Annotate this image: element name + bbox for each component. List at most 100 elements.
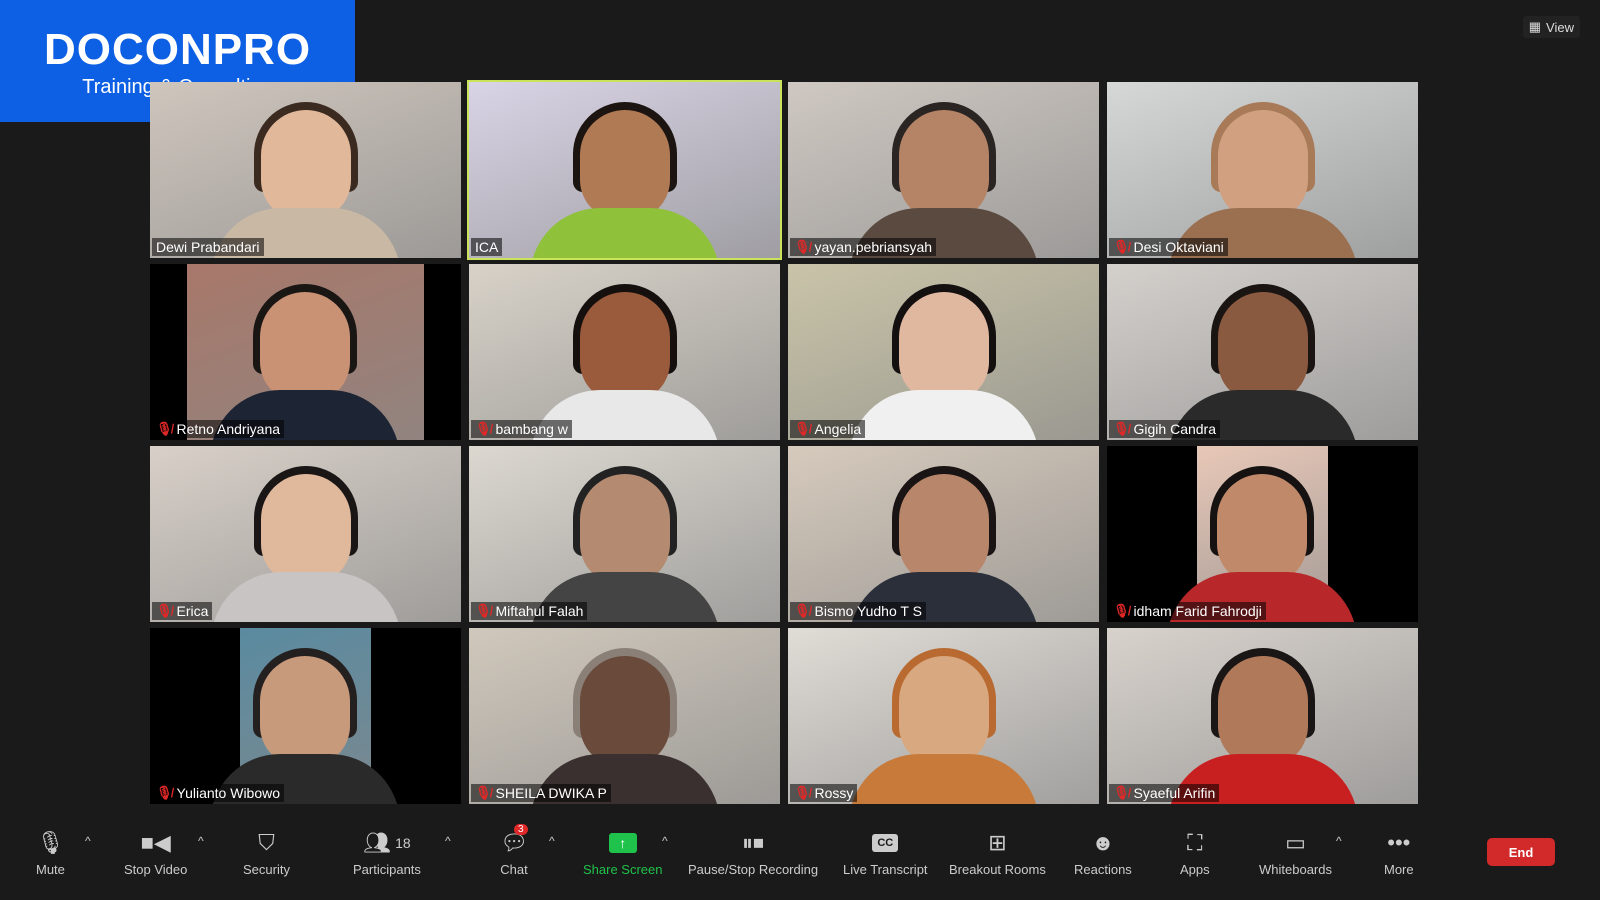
microphone-icon: 🎙︎ <box>36 830 65 855</box>
participant-body <box>529 208 720 258</box>
shield-icon: ⛉ <box>258 830 275 855</box>
muted-mic-icon: 🎙︎̸ <box>1113 239 1130 254</box>
participant-name: bambang w <box>495 421 568 437</box>
participant-face <box>260 292 351 402</box>
share-options-caret[interactable]: ^ <box>662 834 668 848</box>
muted-mic-icon: 🎙︎̸ <box>156 421 173 436</box>
smiley-plus-icon: ☻ <box>1091 830 1115 855</box>
apps-button[interactable]: ⛶ Apps <box>1180 828 1210 877</box>
apps-icon: ⛶ <box>1187 830 1203 855</box>
meeting-toolbar: 🎙︎ Mute ^ ■◀ Stop Video ^ ⛉ Security 👥︎ 18 Pa… <box>0 820 1600 900</box>
apps-label: Apps <box>1180 862 1210 877</box>
participant-body <box>210 572 401 622</box>
muted-mic-icon: 🎙︎̸ <box>475 421 492 436</box>
end-meeting-button[interactable]: End <box>1487 838 1555 866</box>
video-label: Stop Video <box>124 862 188 877</box>
participants-options-caret[interactable]: ^ <box>445 834 451 848</box>
whiteboards-options-caret[interactable]: ^ <box>1336 834 1342 848</box>
security-button[interactable]: ⛉ Security <box>243 828 290 877</box>
participant-name: Gigih Candra <box>1133 421 1217 437</box>
participant-video <box>469 82 780 258</box>
participant-tile[interactable]: 🎙︎̸ Miftahul Falah <box>469 446 780 622</box>
muted-mic-icon: 🎙︎̸ <box>794 421 811 436</box>
participant-video <box>1107 628 1418 804</box>
muted-mic-icon: 🎙︎̸ <box>794 785 811 800</box>
participant-tile[interactable]: 🎙︎̸ Bismo Yudho T S <box>788 446 1099 622</box>
participant-name-tag: 🎙︎̸ Gigih Candra <box>1109 420 1221 438</box>
muted-mic-icon: 🎙︎̸ <box>156 785 173 800</box>
reactions-label: Reactions <box>1074 862 1132 877</box>
participant-tile[interactable]: ICA <box>467 80 782 260</box>
chat-badge: 3 <box>514 824 528 835</box>
cc-icon: CC <box>872 834 899 852</box>
participant-name-tag: 🎙︎̸ bambang w <box>471 420 572 438</box>
muted-mic-icon: 🎙︎̸ <box>1113 421 1130 436</box>
reactions-button[interactable]: ☻ Reactions <box>1074 828 1132 877</box>
more-label: More <box>1384 862 1414 877</box>
participant-name: Yulianto Wibowo <box>176 785 281 801</box>
breakout-label: Breakout Rooms <box>949 862 1046 877</box>
muted-mic-icon: 🎙︎̸ <box>794 603 811 618</box>
recording-label: Pause/Stop Recording <box>688 862 819 877</box>
more-button[interactable]: ••• More <box>1384 828 1414 877</box>
participant-name: Rossy <box>814 785 854 801</box>
participant-tile[interactable]: 🎙︎̸ bambang w <box>469 264 780 440</box>
participants-label: Participants <box>353 862 421 877</box>
participant-tile[interactable]: Dewi Prabandari <box>150 82 461 258</box>
participant-name-tag: ICA <box>471 238 503 256</box>
participant-name: Bismo Yudho T S <box>814 603 922 619</box>
whiteboards-button[interactable]: ▭ Whiteboards <box>1259 828 1332 877</box>
muted-mic-icon: 🎙︎̸ <box>1113 785 1130 800</box>
grid-icon: ▦ <box>1528 19 1542 34</box>
view-label: View <box>1546 19 1574 35</box>
breakout-grid-icon: ⊞ <box>988 830 1007 855</box>
participant-tile[interactable]: 🎙︎̸ Gigih Candra <box>1107 264 1418 440</box>
mute-button[interactable]: 🎙︎ Mute <box>36 828 65 877</box>
participant-body <box>848 754 1039 804</box>
participant-tile[interactable]: 🎙︎̸ yayan.pebriansyah <box>788 82 1099 258</box>
pause-stop-recording-button[interactable]: ⏸︎⏹︎ Pause/Stop Recording <box>688 828 818 877</box>
participant-tile[interactable]: 🎙︎̸ idham Farid Fahrodji <box>1107 446 1418 622</box>
participant-tile[interactable]: 🎙︎̸ SHEILA DWIKA P <box>469 628 780 804</box>
participant-video <box>150 446 461 622</box>
live-transcript-button[interactable]: CC Live Transcript <box>843 828 928 877</box>
stop-video-button[interactable]: ■◀ Stop Video <box>124 828 187 877</box>
chat-options-caret[interactable]: ^ <box>549 834 555 848</box>
participants-count: 18 <box>395 835 411 851</box>
chat-button[interactable]: 💬︎ 3 Chat <box>500 824 528 877</box>
muted-mic-icon: 🎙︎̸ <box>794 239 811 254</box>
view-button[interactable]: ▦ View <box>1522 16 1580 38</box>
participant-name-tag: 🎙︎̸ Bismo Yudho T S <box>790 602 926 620</box>
participant-name-tag: 🎙︎̸ idham Farid Fahrodji <box>1109 602 1266 620</box>
transcript-label: Live Transcript <box>843 862 928 877</box>
whiteboards-label: Whiteboards <box>1259 862 1332 877</box>
participant-tile[interactable]: 🎙︎̸ Syaeful Arifin <box>1107 628 1418 804</box>
participant-face <box>898 292 989 402</box>
participant-video <box>469 446 780 622</box>
participant-video <box>150 82 461 258</box>
participant-face <box>1217 474 1308 584</box>
participants-button[interactable]: 👥︎ 18 Participants <box>353 828 421 877</box>
participant-tile[interactable]: 🎙︎̸ Angelia <box>788 264 1099 440</box>
participant-name-tag: 🎙︎̸ Erica <box>152 602 213 620</box>
breakout-rooms-button[interactable]: ⊞ Breakout Rooms <box>949 828 1046 877</box>
participant-face <box>260 656 351 766</box>
share-label: Share Screen <box>583 862 663 877</box>
participant-tile[interactable]: 🎙︎̸ Desi Oktaviani <box>1107 82 1418 258</box>
participant-tile[interactable]: 🎙︎̸ Retno Andriyana <box>150 264 461 440</box>
participant-tile[interactable]: 🎙︎̸ Yulianto Wibowo <box>150 628 461 804</box>
participant-name: ICA <box>475 239 499 255</box>
share-screen-button[interactable]: ↑ Share Screen <box>583 828 663 877</box>
participant-face <box>1217 292 1308 402</box>
participant-tile[interactable]: 🎙︎̸ Rossy <box>788 628 1099 804</box>
participant-name: idham Farid Fahrodji <box>1133 603 1262 619</box>
participant-face <box>1217 110 1308 220</box>
participant-tile[interactable]: 🎙︎̸ Erica <box>150 446 461 622</box>
participant-name: Dewi Prabandari <box>156 239 260 255</box>
participant-face <box>579 292 670 402</box>
video-options-caret[interactable]: ^ <box>198 834 204 848</box>
participant-name-tag: 🎙︎̸ SHEILA DWIKA P <box>471 784 611 802</box>
muted-mic-icon: 🎙︎̸ <box>156 603 173 618</box>
participant-face <box>579 656 670 766</box>
mute-options-caret[interactable]: ^ <box>85 834 91 848</box>
